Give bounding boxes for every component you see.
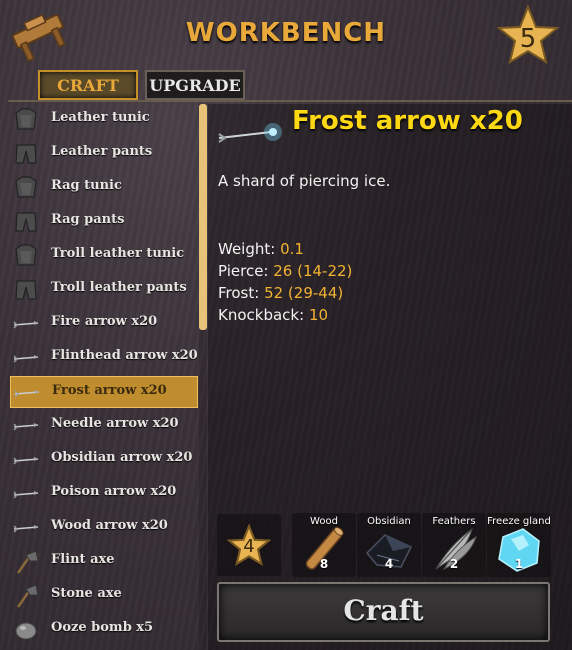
recipe-list[interactable]: Leather tunic Leather pants Rag tunic Rag p… xyxy=(10,104,198,650)
tunic-icon xyxy=(12,175,40,201)
item-stats: Weight: 0.1 Pierce: 26 (14-22) Frost: 52… xyxy=(218,238,352,326)
recipe-item[interactable]: Ooze bomb x5 xyxy=(10,614,198,646)
resource-qty: 2 xyxy=(449,557,459,571)
recipe-label: Rag pants xyxy=(51,212,125,227)
station-level-badge: 5 xyxy=(496,4,560,68)
recipe-item[interactable]: Flinthead arrow x20 xyxy=(10,342,198,374)
recipe-label: Leather pants xyxy=(51,144,153,159)
arrow-icon xyxy=(12,481,40,507)
stat-pierce-value: 26 (14-22) xyxy=(273,262,353,280)
arrow-icon xyxy=(12,345,40,371)
recipe-item[interactable]: Troll leather pants xyxy=(10,274,198,306)
tunic-icon xyxy=(12,243,40,269)
recipe-item[interactable]: Poison arrow x20 xyxy=(10,478,198,510)
recipe-label: Frost arrow x20 xyxy=(52,383,167,398)
axe-icon xyxy=(12,549,40,575)
arrow-icon xyxy=(12,413,40,439)
item-description: A shard of piercing ice. xyxy=(218,172,391,190)
recipe-item[interactable]: Flint axe xyxy=(10,546,198,578)
craft-button-label: Craft xyxy=(343,594,424,627)
recipe-item[interactable]: Rag tunic xyxy=(10,172,198,204)
resource-feathers: Feathers 2 xyxy=(422,513,486,577)
stat-knockback-value: 10 xyxy=(308,306,329,324)
recipe-label: Fire arrow x20 xyxy=(51,314,158,329)
stat-weight-value: 0.1 xyxy=(280,240,304,258)
resource-qty: 4 xyxy=(384,557,394,571)
station-level-value: 5 xyxy=(519,24,537,54)
craft-button[interactable]: Craft xyxy=(217,582,550,642)
recipe-item[interactable]: Wood arrow x20 xyxy=(10,512,198,544)
recipe-label: Leather tunic xyxy=(51,110,150,125)
arrow-icon xyxy=(12,311,40,337)
recipe-label: Poison arrow x20 xyxy=(51,484,177,499)
recipe-label: Obsidian arrow x20 xyxy=(51,450,193,465)
resource-wood: Wood 8 xyxy=(292,513,356,577)
stat-weight: Weight: 0.1 xyxy=(218,240,304,258)
stat-frost-value: 52 (29-44) xyxy=(264,284,344,302)
arrow-icon xyxy=(13,380,41,406)
tab-upgrade[interactable]: UPGRADE xyxy=(145,70,245,100)
pants-icon xyxy=(12,277,40,303)
pants-icon xyxy=(12,209,40,235)
recipe-item[interactable]: Fire arrow x20 xyxy=(10,308,198,340)
stat-frost: Frost: 52 (29-44) xyxy=(218,284,344,302)
resource-freeze-gland: Freeze gland 1 xyxy=(487,513,551,577)
required-level-badge: 4 xyxy=(217,514,281,576)
stat-knockback: Knockback: 10 xyxy=(218,306,329,324)
recipe-label: Troll leather pants xyxy=(51,280,187,295)
tab-divider xyxy=(8,100,572,102)
recipe-item[interactable]: Frost arrow x20 xyxy=(10,376,198,408)
resource-qty: 1 xyxy=(514,557,524,571)
recipe-label: Wood arrow x20 xyxy=(51,518,168,533)
recipe-label: Needle arrow x20 xyxy=(51,416,179,431)
item-name: Frost arrow x20 xyxy=(292,106,523,136)
resource-obsidian: Obsidian 4 xyxy=(357,513,421,577)
recipe-label: Rag tunic xyxy=(51,178,122,193)
tunic-icon xyxy=(12,107,40,133)
recipe-label: Flint axe xyxy=(51,552,115,567)
pants-icon xyxy=(12,141,40,167)
recipe-item[interactable]: Leather pants xyxy=(10,138,198,170)
recipe-label: Stone axe xyxy=(51,586,122,601)
required-level-value: 4 xyxy=(243,536,255,557)
arrow-icon xyxy=(12,447,40,473)
axe-icon xyxy=(12,583,40,609)
stat-pierce: Pierce: 26 (14-22) xyxy=(218,262,353,280)
recipe-item[interactable]: Needle arrow x20 xyxy=(10,410,198,442)
recipe-label: Flinthead arrow x20 xyxy=(51,348,198,363)
recipe-scrollbar[interactable] xyxy=(199,104,207,330)
recipe-item[interactable]: Troll leather tunic xyxy=(10,240,198,272)
recipe-item[interactable]: Leather tunic xyxy=(10,104,198,136)
recipe-label: Troll leather tunic xyxy=(51,246,185,261)
frost-arrow-icon xyxy=(215,112,283,158)
recipe-item[interactable]: Obsidian arrow x20 xyxy=(10,444,198,476)
recipe-item[interactable]: Rag pants xyxy=(10,206,198,238)
arrow-icon xyxy=(12,515,40,541)
recipe-label: Ooze bomb x5 xyxy=(51,620,154,635)
bomb-icon xyxy=(12,617,40,643)
tab-craft[interactable]: CRAFT xyxy=(38,70,138,100)
resource-qty: 8 xyxy=(319,557,329,571)
station-title: WORKBENCH xyxy=(185,18,387,48)
recipe-item[interactable]: Stone axe xyxy=(10,580,198,612)
